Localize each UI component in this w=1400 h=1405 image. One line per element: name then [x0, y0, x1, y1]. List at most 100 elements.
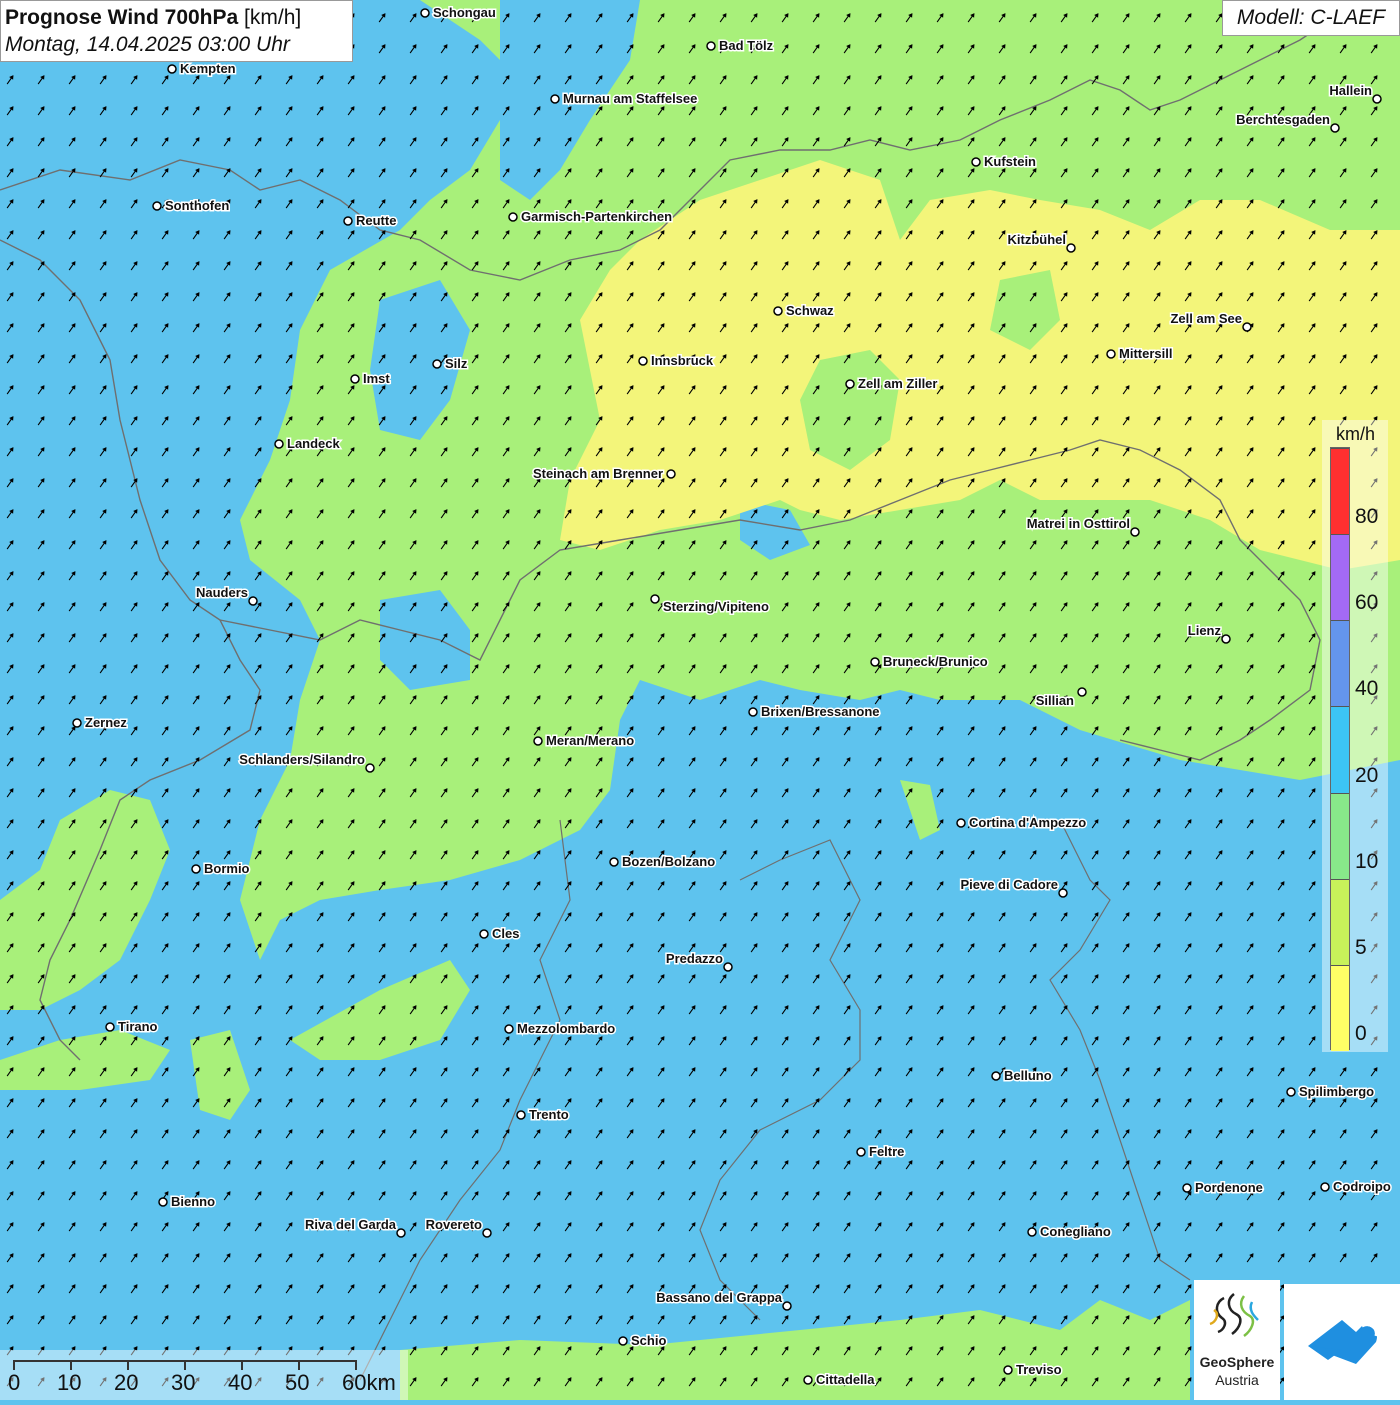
city-label: Bienno	[171, 1194, 215, 1209]
legend-segment	[1331, 534, 1349, 621]
city-dot	[956, 818, 966, 828]
city-dot	[1372, 94, 1382, 104]
city-dot	[516, 1110, 526, 1120]
city-dot	[508, 212, 518, 222]
city-dot	[482, 1228, 492, 1238]
city-dot	[782, 1301, 792, 1311]
map-title-unit: [km/h]	[244, 6, 302, 29]
city-label: Zell am See	[1170, 311, 1242, 326]
city-dot	[1242, 322, 1252, 332]
city-3[interactable]: Murnau am Staffelsee	[550, 90, 699, 108]
city-dot	[1027, 1227, 1037, 1237]
geosphere-logo[interactable]: GeoSphere Austria	[1194, 1280, 1280, 1400]
city-26[interactable]: Brixen/Bressanone	[748, 703, 881, 721]
city-label: Landeck	[287, 436, 341, 451]
legend-label: 10	[1355, 849, 1379, 873]
scale-tick	[298, 1360, 300, 1370]
city-30[interactable]: Cortina d'Ampezzo	[956, 814, 1088, 832]
city-label: Cles	[492, 926, 519, 941]
city-label: Murnau am Staffelsee	[563, 91, 697, 106]
city-0[interactable]: Schongau	[420, 4, 497, 22]
city-label: Trento	[529, 1107, 569, 1122]
city-24[interactable]: Bruneck/Brunico	[870, 653, 989, 671]
city-dot	[1130, 527, 1140, 537]
city-label: Pordenone	[1195, 1180, 1263, 1195]
city-dot	[343, 216, 353, 226]
city-label: Brixen/Bressanone	[761, 704, 880, 719]
city-label: Kufstein	[984, 154, 1036, 169]
city-dot	[609, 857, 619, 867]
city-14[interactable]: Innsbruck	[638, 352, 715, 370]
city-47[interactable]: Conegliano	[1027, 1223, 1112, 1241]
city-39[interactable]: Spilimbergo	[1286, 1083, 1376, 1101]
city-dot	[803, 1375, 813, 1385]
city-dot	[72, 718, 82, 728]
city-label: Schwaz	[786, 303, 834, 318]
city-dot	[773, 306, 783, 316]
city-dot	[666, 469, 676, 479]
geosphere-mark-icon	[1209, 1293, 1259, 1337]
scale-label: 20	[114, 1370, 139, 1395]
map-title: Prognose Wind 700hPa [km/h]	[5, 4, 348, 32]
scale-label: 50	[285, 1370, 310, 1395]
city-dot	[870, 657, 880, 667]
city-17[interactable]: Zell am Ziller	[845, 375, 939, 393]
geosphere-subtitle: Austria	[1215, 1372, 1259, 1388]
city-dot	[1003, 1365, 1013, 1375]
city-label: Steinach am Brenner	[533, 466, 663, 481]
city-dot	[248, 596, 258, 606]
city-dot	[365, 763, 375, 773]
legend-segment	[1331, 448, 1349, 535]
city-dot	[504, 1024, 514, 1034]
city-dot	[350, 374, 360, 384]
scale-label: 10	[57, 1370, 82, 1395]
city-dot	[432, 359, 442, 369]
city-label: Codroipo	[1333, 1179, 1391, 1194]
city-7[interactable]: Sonthofen	[152, 197, 231, 215]
map-title-main: Prognose Wind 700hPa	[5, 6, 239, 29]
color-legend: km/h 80 60 40 20 10 5 0	[1322, 420, 1388, 1052]
city-label: Treviso	[1016, 1362, 1062, 1377]
city-37[interactable]: Mezzolombardo	[504, 1020, 617, 1038]
city-dot	[1077, 687, 1087, 697]
city-label: Sonthofen	[165, 198, 229, 213]
scale-label: 30	[171, 1370, 196, 1395]
city-dot	[158, 1197, 168, 1207]
city-label: Schongau	[433, 5, 496, 20]
scale-label: 0	[8, 1370, 21, 1395]
map-datetime: Montag, 14.04.2025 03:00 Uhr	[5, 33, 290, 56]
city-label: Imst	[363, 371, 390, 386]
city-9[interactable]: Garmisch-Partenkirchen	[508, 208, 674, 226]
city-dot	[1106, 349, 1116, 359]
legend-label: 80	[1355, 505, 1379, 529]
city-label: Bassano del Grappa	[656, 1290, 782, 1305]
legend-segment	[1331, 878, 1349, 965]
city-label: Nauders	[196, 585, 248, 600]
city-label: Kempten	[180, 61, 236, 76]
weather-app-logo[interactable]	[1284, 1284, 1400, 1400]
city-dot	[706, 41, 716, 51]
city-label: Sillian	[1036, 693, 1074, 708]
city-19[interactable]: Steinach am Brenner	[531, 465, 676, 483]
legend-segment	[1331, 620, 1349, 707]
city-dot	[191, 864, 201, 874]
city-label: Bruneck/Brunico	[883, 654, 988, 669]
geosphere-name: GeoSphere	[1199, 1354, 1275, 1370]
scale-label: 40	[228, 1370, 253, 1395]
city-dot	[638, 356, 648, 366]
legend-label: 5	[1355, 935, 1367, 959]
city-42[interactable]: Pordenone	[1182, 1179, 1264, 1197]
city-dot	[1330, 123, 1340, 133]
city-28[interactable]: Meran/Merano	[533, 732, 636, 750]
city-label: Zell am Ziller	[858, 376, 937, 391]
legend-segment	[1331, 964, 1349, 1051]
city-dot	[748, 707, 758, 717]
city-label: Mittersill	[1119, 346, 1172, 361]
city-31[interactable]: Bozen/Bolzano	[609, 853, 717, 871]
city-dot	[856, 1147, 866, 1157]
legend-segment	[1331, 706, 1349, 793]
city-label: Berchtesgaden	[1236, 112, 1330, 127]
city-label: Riva del Garda	[305, 1217, 397, 1232]
legend-bar	[1330, 447, 1350, 1051]
city-label: Spilimbergo	[1299, 1084, 1374, 1099]
